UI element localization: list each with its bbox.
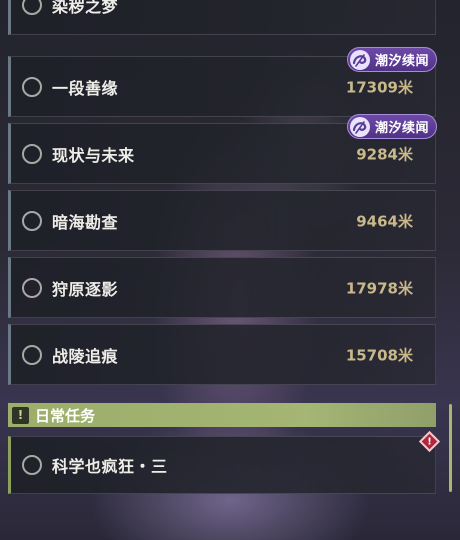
quest-row[interactable]: 狩原逐影 17978米 xyxy=(8,257,436,318)
quest-radio[interactable] xyxy=(22,277,42,298)
quest-radio[interactable] xyxy=(22,143,42,164)
quest-name: 暗海勘查 xyxy=(52,212,119,232)
quest-row[interactable]: 现状与未来 9284米 潮汐续闻 xyxy=(8,114,437,184)
daily-section-header[interactable]: ! 日常任务 xyxy=(8,403,436,427)
quest-radio[interactable] xyxy=(22,210,42,231)
daily-section-title: 日常任务 xyxy=(35,406,96,425)
quest-distance: 15708米 xyxy=(345,346,413,364)
quest-distance: 17309米 xyxy=(345,78,413,96)
quest-row[interactable]: 暗海勘查 9464米 xyxy=(8,190,436,251)
quest-radio[interactable] xyxy=(22,344,42,365)
exclamation-icon: ! xyxy=(12,406,29,424)
quest-tag-label: 潮汐续闻 xyxy=(374,121,429,136)
quest-name: 科学也疯狂・三 xyxy=(52,457,168,476)
tide-swirl-icon xyxy=(349,116,370,137)
quest-radio[interactable] xyxy=(22,0,42,15)
daily-quest-row[interactable]: 科学也疯狂・三 ! xyxy=(8,430,441,494)
quest-row[interactable]: 战陵追痕 15708米 xyxy=(8,324,436,385)
quest-name: 狩原逐影 xyxy=(52,279,119,299)
quest-tag-badge: 潮汐续闻 xyxy=(346,47,437,72)
quest-name: 现状与未来 xyxy=(52,145,135,165)
quest-name: 战陵追痕 xyxy=(52,346,119,366)
quest-distance: 17978米 xyxy=(345,279,413,297)
quest-radio[interactable] xyxy=(22,76,42,97)
quest-tag-badge: 潮汐续闻 xyxy=(346,114,437,139)
tide-swirl-icon xyxy=(349,49,370,70)
quest-row[interactable]: 染秽之梦 ! xyxy=(8,0,436,35)
quest-distance: 9284米 xyxy=(356,145,413,163)
quest-row[interactable]: 一段善缘 17309米 潮汐续闻 xyxy=(8,47,437,117)
quest-name: 一段善缘 xyxy=(52,78,119,98)
quest-list: 染秽之梦 ! 一段善缘 17309米 潮汐续闻 现状与未来 9284米 xyxy=(0,0,460,540)
quest-tag-label: 潮汐续闻 xyxy=(374,54,429,69)
quest-radio[interactable] xyxy=(22,455,42,475)
alert-icon: ! xyxy=(418,430,441,453)
scrollbar[interactable] xyxy=(449,404,452,492)
quest-name: 染秽之梦 xyxy=(52,0,119,16)
quest-distance: 9464米 xyxy=(356,212,413,230)
